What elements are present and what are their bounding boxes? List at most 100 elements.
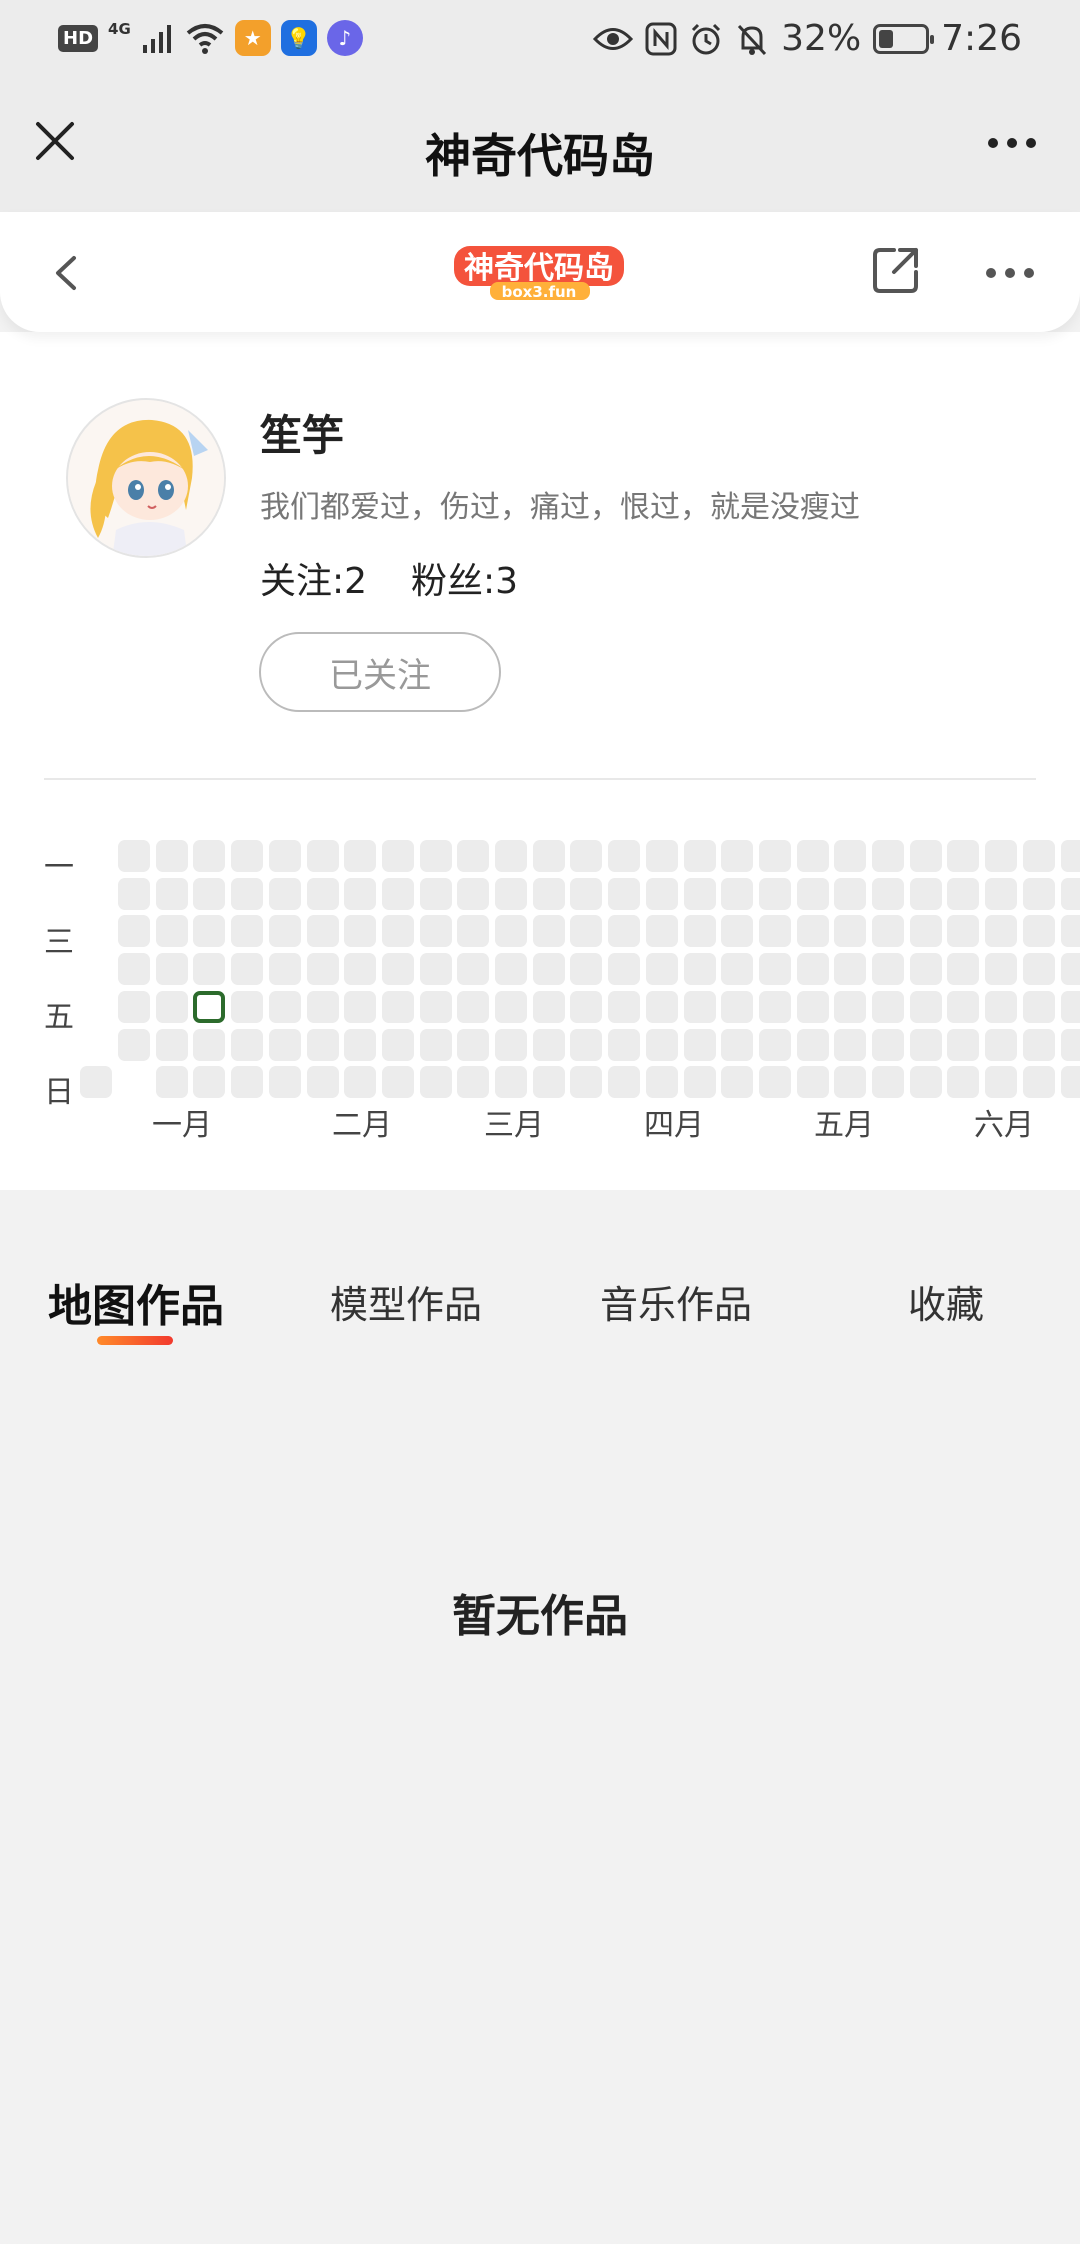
heatmap-cell [872, 877, 904, 910]
heatmap-cell [118, 990, 150, 1023]
heatmap-cell [231, 840, 264, 872]
heatmap-cell [495, 840, 527, 872]
network-type: 4G [108, 20, 131, 38]
heatmap-cell [1060, 953, 1080, 986]
avatar[interactable] [66, 398, 226, 558]
heatmap-cell [1022, 990, 1055, 1023]
heatmap-cell [570, 1028, 603, 1061]
heatmap-cell [268, 953, 301, 986]
heatmap-cell [645, 840, 678, 872]
heatmap-cell [381, 877, 414, 910]
heatmap-cell [532, 877, 565, 910]
logo-text: 神奇代码岛 [464, 251, 614, 286]
heatmap-cell [985, 840, 1018, 872]
heatmap-cell [796, 1066, 829, 1099]
heatmap-cell [872, 1066, 904, 1099]
heatmap-cell [1022, 953, 1055, 986]
heatmap-cell [306, 1066, 339, 1099]
share-external-icon[interactable] [870, 244, 922, 296]
heatmap-cell [608, 915, 641, 948]
heatmap-cell [193, 915, 226, 948]
heatmap-cell [381, 1028, 414, 1061]
follow-button[interactable]: 已关注 [259, 632, 501, 712]
heatmap-cell [268, 877, 301, 910]
heatmap-cell [570, 1066, 603, 1099]
heatmap-cell [1022, 840, 1055, 872]
tab-music-works[interactable]: 音乐作品 [600, 1274, 752, 1329]
following-count[interactable]: 关注:2 [260, 552, 367, 604]
heatmap-cell [683, 990, 716, 1023]
clock-time: 7:26 [941, 18, 1022, 59]
wifi-icon [186, 24, 224, 54]
heatmap-cell [155, 840, 188, 872]
tab-favorites[interactable]: 收藏 [908, 1274, 984, 1329]
user-bio: 我们都爱过，伤过，痛过，恨过，就是没瘦过 [260, 490, 860, 525]
heatmap-cell [381, 915, 414, 948]
month-label: 二月 [332, 1108, 392, 1143]
heatmap-cell [532, 953, 565, 986]
heatmap-cell [683, 1066, 716, 1099]
heatmap-cell [947, 1066, 980, 1099]
heatmap-cell [193, 1066, 226, 1099]
heatmap-cell [118, 1028, 150, 1061]
heatmap-cell [570, 953, 603, 986]
heatmap-cell [231, 953, 264, 986]
heatmap-cell [231, 1028, 264, 1061]
tab-model-works[interactable]: 模型作品 [330, 1274, 482, 1329]
heatmap-cell [570, 877, 603, 910]
heatmap-cell [1022, 1028, 1055, 1061]
heatmap-cell [155, 953, 188, 986]
heatmap-cell [344, 915, 377, 948]
heatmap-cell [645, 877, 678, 910]
heatmap-cell [985, 1066, 1018, 1099]
heatmap-cell [1022, 1066, 1055, 1099]
site-logo[interactable]: 神奇代码岛 box3.fun [450, 240, 628, 302]
heatmap-cell [268, 915, 301, 948]
month-label: 三月 [484, 1108, 544, 1143]
more-menu-icon[interactable] [988, 138, 1036, 148]
followers-count[interactable]: 粉丝:3 [411, 552, 518, 604]
heatmap-cell [1060, 840, 1080, 872]
more-dot [1007, 138, 1017, 148]
heatmap-cell [608, 877, 641, 910]
heatmap-cell [758, 953, 791, 986]
heatmap-cell [381, 990, 414, 1023]
heatmap-cell [645, 915, 678, 948]
heatmap-cell [721, 877, 754, 910]
heatmap-cell [344, 877, 377, 910]
active-tab-indicator [97, 1336, 173, 1345]
heatmap-cell [344, 1066, 377, 1099]
heatmap-cell [419, 1028, 452, 1061]
heatmap-cell [758, 990, 791, 1023]
heatmap-cell [834, 840, 867, 872]
heatmap-cell [419, 915, 452, 948]
web-more-icon[interactable] [986, 268, 1034, 278]
heatmap-cell [344, 1028, 377, 1061]
heatmap-cell [758, 1028, 791, 1061]
heatmap-cell [1060, 915, 1080, 948]
weekday-label-sun: 日 [44, 1075, 74, 1110]
signal-icon [142, 25, 171, 53]
heatmap-cell [909, 915, 942, 948]
heatmap-cell [419, 953, 452, 986]
profile-section: 笙竽 我们都爱过，伤过，痛过，恨过，就是没瘦过 关注:2 粉丝:3 已关注 一 … [0, 332, 1080, 1190]
nfc-icon [645, 22, 677, 55]
month-label: 四月 [644, 1108, 704, 1143]
heatmap-cell [344, 990, 377, 1023]
heatmap-cell [872, 953, 904, 986]
heatmap-cell [645, 990, 678, 1023]
heatmap-cell [872, 915, 904, 948]
heatmap-cell [796, 990, 829, 1023]
tab-map-works[interactable]: 地图作品 [48, 1270, 224, 1334]
heatmap-cell [947, 1028, 980, 1061]
status-bar: HD 4G ★ 💡 ♪ 32% 7:26 [0, 0, 1080, 82]
heatmap-cell [532, 1028, 565, 1061]
heatmap-cell [834, 953, 867, 986]
heatmap-cell [155, 1028, 188, 1061]
more-dot [1005, 268, 1015, 278]
heatmap-cell [457, 877, 490, 910]
back-arrow-icon[interactable] [46, 248, 86, 298]
heatmap-cell [683, 1028, 716, 1061]
heatmap-cell [495, 953, 527, 986]
heatmap-cell [721, 915, 754, 948]
